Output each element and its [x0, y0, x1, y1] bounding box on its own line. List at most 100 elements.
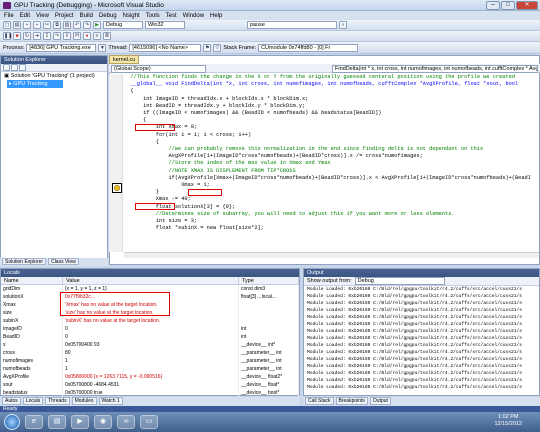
editor-gutter[interactable] [109, 74, 123, 252]
minimize-button[interactable]: – [486, 1, 500, 10]
tab-class-view[interactable]: Class View [48, 258, 79, 265]
flag-icon[interactable]: ⚑ [203, 43, 212, 52]
step-over-icon[interactable]: ↷ [53, 32, 61, 40]
locals-cell-value[interactable]: 0x05700400 93 [63, 341, 239, 349]
locals-cell-value[interactable]: 1 [63, 365, 239, 373]
copy-icon[interactable]: ⧉ [53, 21, 61, 29]
code-text[interactable]: //This function finds the change in the … [124, 74, 539, 252]
hex-icon[interactable]: H [73, 32, 81, 40]
code-line[interactable]: { [124, 88, 539, 95]
column-header-name[interactable]: Name [1, 277, 63, 284]
locals-cell-value[interactable]: 80 [63, 349, 239, 357]
stop-icon[interactable]: ■ [13, 32, 21, 40]
step-out-icon[interactable]: ↥ [63, 32, 71, 40]
code-line[interactable]: Xmax -= 40; [124, 196, 539, 203]
menu-item-nsight[interactable]: Nsight [123, 13, 140, 19]
locals-row[interactable]: numofbeads 1 __parameter__ int [1, 365, 299, 373]
tab-breakpoints[interactable]: Breakpoints [335, 397, 368, 405]
ie-icon[interactable]: e [25, 415, 43, 429]
code-line[interactable]: float *subinX = new float[size*2]; [124, 225, 539, 232]
comment-icon[interactable]: ≡ [93, 32, 101, 40]
locals-cell-value[interactable]: 0x05700800 -4684.4531 [63, 381, 239, 389]
code-line[interactable]: if(AvgXProfile[Xmax+(ImageID*cross*numof… [124, 175, 539, 182]
scope-dropdown[interactable]: (Global Scope) [111, 65, 206, 73]
locals-cell-value[interactable]: 0x05700000 true [63, 389, 239, 397]
breakpoint-icon[interactable]: ● [83, 32, 91, 40]
tab-autos[interactable]: Autos [2, 397, 21, 405]
locals-cell-value[interactable]: 1 [63, 357, 239, 365]
locals-cell-value[interactable]: 'subinX' has no value at the target loca… [63, 317, 239, 325]
code-line[interactable]: //This function finds the change in the … [124, 74, 539, 81]
show-all-files-icon[interactable] [11, 64, 18, 71]
continue-icon[interactable]: ▶ [93, 21, 101, 29]
folder-icon[interactable]: ▭ [140, 415, 158, 429]
uncomment-icon[interactable]: ≣ [103, 32, 111, 40]
tab-watch-1[interactable]: Watch 1 [98, 397, 123, 405]
show-next-statement-icon[interactable]: ➜ [33, 32, 41, 40]
refresh-icon[interactable] [19, 64, 26, 71]
menu-item-project[interactable]: Project [55, 13, 74, 19]
tab-output[interactable]: Output [369, 397, 391, 405]
code-line[interactable]: //we can probably remove this normalizat… [124, 146, 539, 153]
tab-locals[interactable]: Locals [22, 397, 44, 405]
locals-row[interactable]: cross 80 __parameter__ int [1, 349, 299, 357]
maximize-button[interactable]: □ [501, 1, 515, 10]
start-button[interactable] [4, 414, 20, 430]
code-line[interactable]: //NOTE XMAX IS DISPLEMENT FROM TIP*CROSS [124, 168, 539, 175]
tab-solution-explorer[interactable]: Solution Explorer [2, 258, 47, 265]
locals-cell-value[interactable]: 0 [63, 333, 239, 341]
locals-row[interactable]: beadstatus 0x05700000 true __device__ bool… [1, 389, 299, 397]
visual-studio-icon[interactable]: ∞ [117, 415, 135, 429]
menu-item-debug[interactable]: Debug [99, 13, 117, 19]
code-line[interactable]: { [124, 117, 539, 124]
save-icon[interactable]: ▪ [23, 21, 31, 29]
menu-item-edit[interactable]: Edit [20, 13, 30, 19]
properties-icon[interactable] [3, 64, 10, 71]
taskbar-clock[interactable]: 1:02 PM 12/15/2012 [494, 414, 522, 428]
locals-row[interactable]: BeadID 0 int [1, 333, 299, 341]
code-line[interactable]: if ((ImageID < numofimages) && (BeadID <… [124, 110, 539, 117]
tab-call-stack[interactable]: Call Stack [305, 397, 334, 405]
stack-frame-dropdown[interactable]: CUmodule 0x74ffd80 - [0] Fr [258, 43, 359, 52]
find-icon[interactable]: ⌕ [339, 21, 347, 29]
find-box[interactable]: pause [247, 21, 337, 29]
code-line[interactable]: int size = 3; [124, 218, 539, 225]
code-line[interactable]: __global__ void FindDelta(int *x, int cr… [124, 81, 539, 88]
pause-icon[interactable]: ❚❚ [3, 32, 12, 40]
undo-icon[interactable]: ↶ [73, 21, 81, 29]
cut-icon[interactable]: ✂ [43, 21, 51, 29]
locals-row[interactable]: x 0x05700400 93 __device__ int* [1, 341, 299, 349]
save-all-icon[interactable]: ▪ [33, 21, 41, 29]
tree-project-item[interactable]: ▸ GPU Tracking [7, 80, 63, 88]
open-file-icon[interactable]: ▤ [13, 21, 21, 29]
locals-row[interactable]: subinX'subinX' has no value at the targe… [1, 317, 299, 325]
filter-icon[interactable]: ▽ [213, 43, 222, 52]
menu-item-view[interactable]: View [36, 13, 49, 19]
menu-item-window[interactable]: Window [183, 13, 204, 19]
suspend-icon[interactable]: ▼ [98, 43, 107, 52]
platform-dropdown[interactable]: Win32 [145, 21, 185, 29]
new-project-icon[interactable]: ▢ [3, 21, 11, 29]
output-source-dropdown[interactable]: Debug [354, 277, 445, 285]
code-line[interactable]: for(int i = 1; i < cross; i++) [124, 132, 539, 139]
tab-threads[interactable]: Threads [45, 397, 70, 405]
code-line[interactable]: //Store the index of the max value in Xm… [124, 160, 539, 167]
config-dropdown[interactable]: Debug [103, 21, 143, 29]
locals-row[interactable]: xout 0x05700800 -4684.4531 __device__ floa… [1, 381, 299, 389]
locals-row[interactable]: numofimages 1 __parameter__ int [1, 357, 299, 365]
step-into-icon[interactable]: ↧ [43, 32, 51, 40]
member-dropdown[interactable]: FindDelta(int * x, int cross, int numofi… [332, 65, 538, 73]
thread-dropdown[interactable]: [4615096] <No Name> [129, 43, 202, 52]
code-line[interactable]: int ImageID = threadIdx.x + blockIdx.x *… [124, 96, 539, 103]
menu-item-file[interactable]: File [4, 13, 14, 19]
code-line[interactable]: AvgXProfile[i+(ImageID*cross*numofbeads)… [124, 153, 539, 160]
chrome-icon[interactable]: ◉ [94, 415, 112, 429]
code-line[interactable]: //Determines size of subarray, you will … [124, 211, 539, 218]
output-text[interactable]: Module Loaded: 0xb20160 C:/Bld/rel/gpgpu… [304, 286, 539, 391]
process-dropdown[interactable]: [4836] GPU Tracking.exe [26, 43, 97, 52]
code-line[interactable]: float solutionX[3] = {0}; [124, 204, 539, 211]
explorer-icon[interactable]: ▤ [48, 415, 66, 429]
editor-horizontal-scrollbar[interactable] [124, 252, 539, 258]
code-line[interactable]: int BeadID = threadIdx.y + blockIdx.y * … [124, 103, 539, 110]
locals-row[interactable]: AvgXProfile 0x05800000 {x = 1263.7115, y … [1, 373, 299, 381]
